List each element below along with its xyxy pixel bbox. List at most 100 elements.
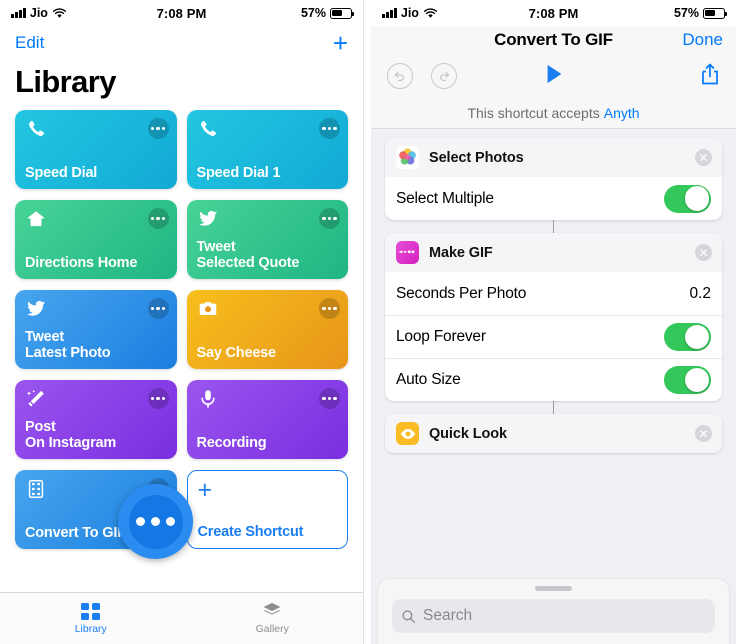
layers-icon xyxy=(263,602,281,615)
search-sheet: Search xyxy=(377,578,730,644)
film-icon xyxy=(28,480,44,498)
right-phone-screen: Jio 7:08 PM 57% Convert To GIF Done This… xyxy=(371,0,736,644)
battery-icon xyxy=(330,7,355,19)
library-navigation-bar: Edit + xyxy=(0,26,363,60)
tab-gallery-label: Gallery xyxy=(255,623,289,635)
action-row-loop-forever[interactable]: Loop Forever xyxy=(385,315,722,358)
row-label: Seconds Per Photo xyxy=(396,284,527,302)
plus-icon: + xyxy=(197,476,213,504)
shortcut-tile-post-on-instagram[interactable]: Post On Instagram xyxy=(15,380,177,459)
action-title: Make GIF xyxy=(429,244,493,261)
action-row-seconds-per-photo[interactable]: Seconds Per Photo 0.2 xyxy=(385,272,722,315)
shortcut-tile-directions-home[interactable]: Directions Home xyxy=(15,200,177,279)
quick-look-icon xyxy=(396,422,419,445)
home-icon xyxy=(27,211,45,227)
twitter-icon xyxy=(26,301,46,316)
accepts-banner: This shortcut accepts Anyth xyxy=(371,98,736,128)
shortcut-more-button[interactable] xyxy=(319,298,340,319)
grabber-icon[interactable] xyxy=(535,586,572,591)
tab-library-label: Library xyxy=(74,622,107,635)
loop-forever-toggle[interactable] xyxy=(664,323,711,351)
shortcut-more-button[interactable] xyxy=(147,298,169,319)
row-label: Auto Size xyxy=(396,371,461,388)
edit-button[interactable]: Edit xyxy=(15,33,44,53)
action-row-select-multiple[interactable]: Select Multiple xyxy=(385,177,722,220)
search-placeholder: Search xyxy=(423,607,473,624)
shortcut-tile-say-cheese[interactable]: Say Cheese xyxy=(186,290,348,369)
row-label: Loop Forever xyxy=(396,328,486,345)
redo-icon[interactable] xyxy=(431,63,457,89)
shortcut-tile-tweet-selected-quote[interactable]: Tweet Selected Quote xyxy=(186,200,348,279)
editor-header: Jio 7:08 PM 57% Convert To GIF Done This… xyxy=(371,0,736,129)
undo-icon[interactable] xyxy=(387,63,413,89)
shortcut-more-button[interactable] xyxy=(147,388,169,409)
shortcut-tile-speed-dial[interactable]: Speed Dial xyxy=(15,110,177,189)
shortcut-name: Tweet Latest Photo xyxy=(25,328,111,361)
close-circle-icon[interactable]: ✕ xyxy=(695,425,712,442)
close-circle-icon[interactable]: ✕ xyxy=(695,244,712,261)
auto-size-toggle[interactable] xyxy=(664,366,711,394)
action-card-quick-look[interactable]: Quick Look ✕ xyxy=(385,414,722,453)
phone-icon xyxy=(28,120,45,137)
play-button[interactable] xyxy=(544,63,563,90)
shortcut-name: Tweet Selected Quote xyxy=(196,238,300,271)
select-multiple-toggle[interactable] xyxy=(664,184,711,213)
status-bar-left: Jio 7:08 PM 57% xyxy=(0,0,363,26)
editor-navigation-bar: Convert To GIF Done xyxy=(371,26,736,54)
shortcut-name: Directions Home xyxy=(25,254,138,271)
phone-icon xyxy=(200,120,216,137)
shortcut-more-button[interactable] xyxy=(319,388,340,409)
close-circle-icon[interactable]: ✕ xyxy=(695,149,712,166)
shortcut-tile-tweet-latest-photo[interactable]: Tweet Latest Photo xyxy=(15,290,177,369)
ellipsis-icon xyxy=(128,494,183,549)
dual-screenshot: Jio 7:08 PM 57% Edit + Library Speed Dia… xyxy=(0,0,736,644)
make-gif-icon xyxy=(396,241,419,264)
ellipsis-callout-magnifier[interactable] xyxy=(118,484,193,559)
shortcut-tile-speed-dial-1[interactable]: Speed Dial 1 xyxy=(186,110,348,189)
left-phone-screen: Jio 7:08 PM 57% Edit + Library Speed Dia… xyxy=(0,0,364,644)
shortcut-name: Speed Dial xyxy=(25,164,98,181)
action-connector xyxy=(552,401,555,414)
shortcut-more-button[interactable] xyxy=(147,118,169,139)
create-shortcut-tile[interactable]: + Create Shortcut xyxy=(186,470,348,549)
page-title: Library xyxy=(15,64,117,99)
shortcut-more-button[interactable] xyxy=(319,208,340,229)
action-title: Quick Look xyxy=(429,425,507,442)
shortcut-more-button[interactable] xyxy=(147,208,169,229)
accepts-type-link[interactable]: Anyth xyxy=(604,105,640,121)
magic-wand-icon xyxy=(26,389,44,407)
action-connector xyxy=(552,220,555,233)
accepts-prefix-label: This shortcut accepts xyxy=(467,105,600,121)
shortcut-name: Speed Dial 1 xyxy=(196,164,281,181)
shortcut-name: Say Cheese xyxy=(196,344,277,361)
editor-toolbar xyxy=(371,54,736,98)
status-bar-right: Jio 7:08 PM 57% xyxy=(371,0,736,26)
action-title: Select Photos xyxy=(429,149,524,166)
row-label: Select Multiple xyxy=(396,189,494,207)
shortcut-name: Recording xyxy=(196,434,267,451)
twitter-icon xyxy=(198,211,217,226)
action-card-select-photos[interactable]: Select Photos ✕ Select Multiple xyxy=(385,138,722,220)
battery-icon xyxy=(703,7,728,19)
screen-gutter xyxy=(364,0,371,644)
action-card-make-gif[interactable]: Make GIF ✕ Seconds Per Photo 0.2 Loop Fo… xyxy=(385,233,722,401)
action-header: Select Photos ✕ xyxy=(385,138,722,177)
share-button[interactable] xyxy=(699,62,721,91)
battery-percent-label: 57% xyxy=(673,6,699,20)
done-button[interactable]: Done xyxy=(682,30,723,50)
photos-app-icon xyxy=(396,146,419,169)
grid-icon xyxy=(81,602,101,620)
add-shortcut-button[interactable]: + xyxy=(333,30,348,56)
tab-gallery[interactable]: Gallery xyxy=(182,593,364,644)
action-header: Make GIF ✕ xyxy=(385,233,722,272)
shortcut-tile-recording[interactable]: Recording xyxy=(186,380,348,459)
seconds-per-photo-value[interactable]: 0.2 xyxy=(689,285,711,303)
battery-percent-label: 57% xyxy=(300,6,326,20)
action-list: Select Photos ✕ Select Multiple Make GIF… xyxy=(371,129,736,453)
search-input[interactable]: Search xyxy=(392,599,715,633)
shortcut-more-button[interactable] xyxy=(319,118,340,139)
action-row-auto-size[interactable]: Auto Size xyxy=(385,358,722,401)
create-shortcut-label: Create Shortcut xyxy=(197,523,304,540)
tab-bar: Library Gallery xyxy=(0,592,363,644)
tab-library[interactable]: Library xyxy=(0,593,182,644)
